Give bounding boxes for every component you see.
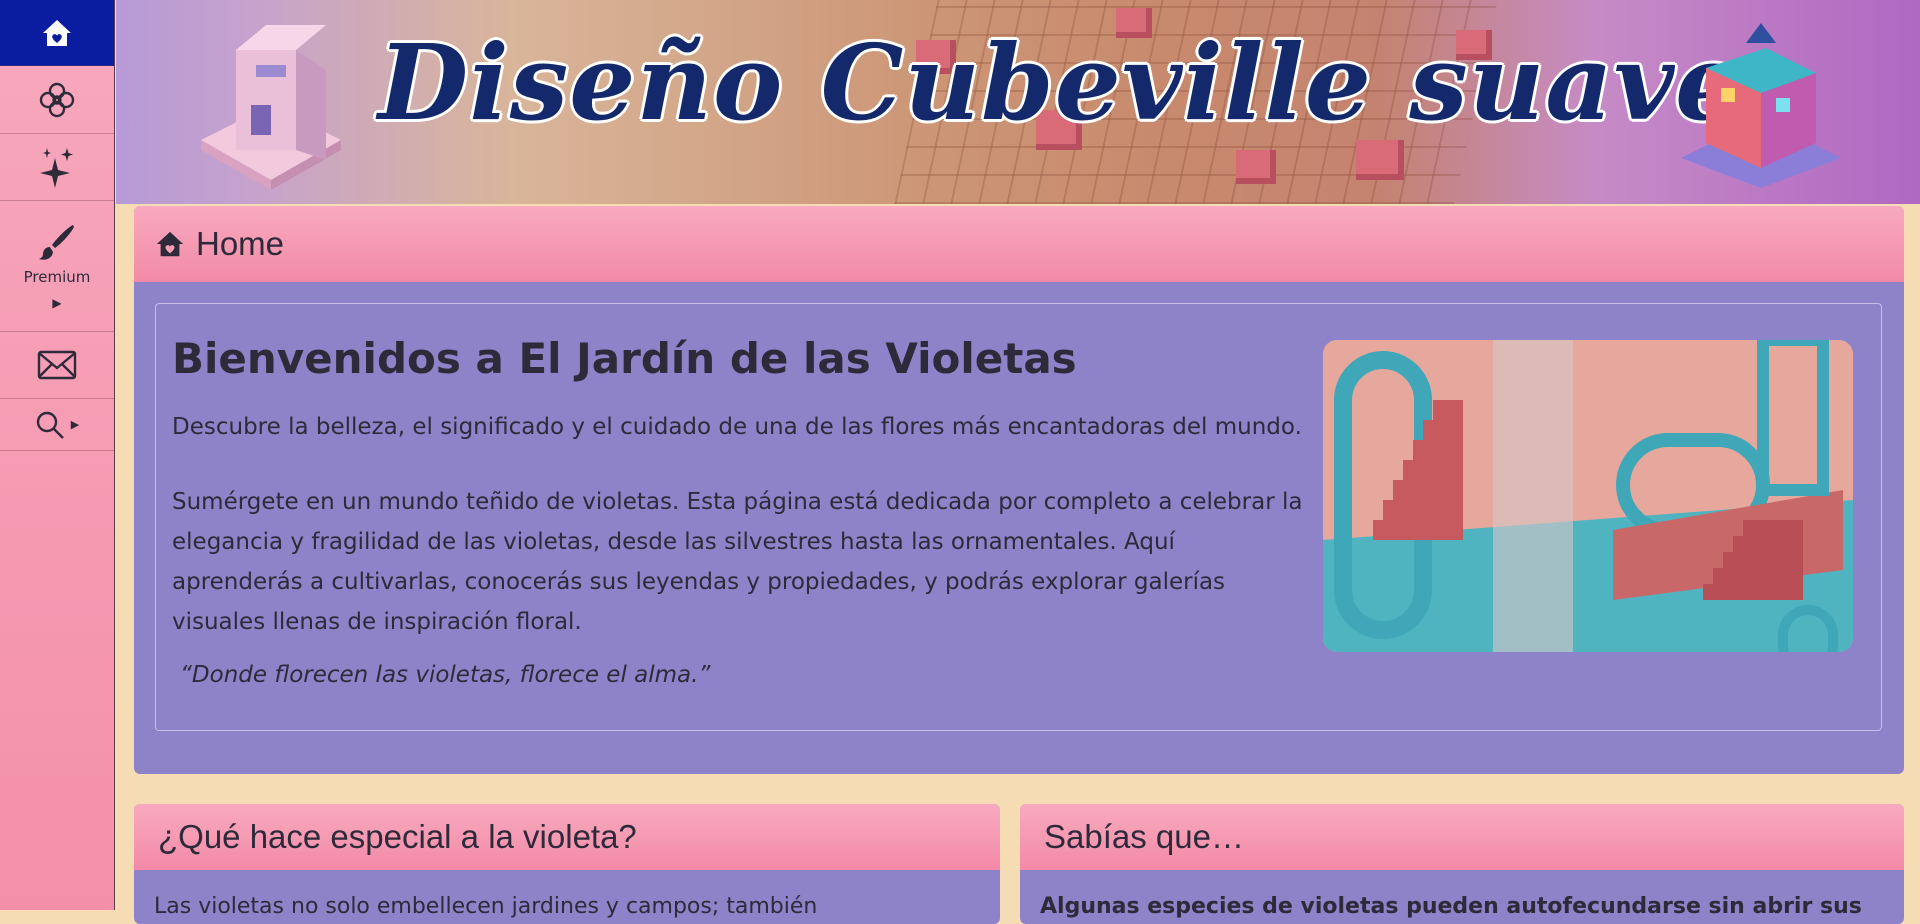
paintbrush-icon [39, 225, 74, 260]
sidebar-item-flower[interactable] [0, 66, 114, 134]
search-icon [36, 411, 64, 439]
section-title: ¿Qué hace especial a la violeta? [158, 818, 637, 855]
banner-title: Diseño Cubeville suave. [378, 21, 1780, 144]
intro-text: Descubre la belleza, el significado y el… [172, 414, 1302, 440]
section-text: Las violetas no solo embellecen jardines… [154, 894, 818, 919]
sidebar-item-sparkles[interactable] [0, 134, 114, 201]
isometric-house-left-image [201, 25, 341, 190]
main-panel: Home Bienvenidos a El Jardín de las Viol… [134, 206, 1904, 774]
section-text: Algunas especies de violetas pueden auto… [1040, 894, 1862, 919]
welcome-card: Bienvenidos a El Jardín de las Violetas … [155, 303, 1882, 731]
home-icon [43, 19, 71, 46]
isometric-house-right-image [1681, 23, 1841, 188]
sidebar-item-mail[interactable] [0, 332, 114, 399]
caret-right-icon[interactable]: ▶ [52, 296, 61, 310]
sidebar-item-search[interactable]: ▶ [0, 399, 114, 451]
cube-decoration [1236, 150, 1276, 184]
hero-image [1323, 340, 1853, 652]
page-title: Bienvenidos a El Jardín de las Violetas [172, 334, 1077, 383]
section-did-you-know: Sabías que… Algunas especies de violetas… [1020, 804, 1904, 924]
section-title: Sabías que… [1044, 818, 1244, 855]
section-header: Sabías que… [1020, 804, 1904, 870]
sidebar-item-premium[interactable]: Premium ▶ [0, 201, 114, 332]
flower-icon [39, 82, 75, 117]
isometric-stairs-illustration [1323, 340, 1853, 652]
quote-text: “Donde florecen las violetas, florece el… [180, 662, 711, 688]
section-special-violet: ¿Qué hace especial a la violeta? Las vio… [134, 804, 1000, 924]
sidebar-item-home[interactable] [0, 0, 114, 66]
sidebar: Premium ▶ ▶ [0, 0, 115, 910]
caret-right-icon: ▶ [70, 418, 80, 431]
sparkles-icon [40, 148, 73, 188]
section-header: ¿Qué hace especial a la violeta? [134, 804, 1000, 870]
premium-label: Premium [23, 268, 91, 286]
header-banner: Diseño Cubeville suave. [116, 0, 1920, 204]
breadcrumb-home-label[interactable]: Home [196, 225, 284, 263]
home-icon [156, 231, 184, 257]
envelope-icon [37, 350, 77, 380]
breadcrumb: Home [134, 206, 1904, 282]
description-text: Sumérgete en un mundo teñido de violetas… [172, 489, 1303, 635]
